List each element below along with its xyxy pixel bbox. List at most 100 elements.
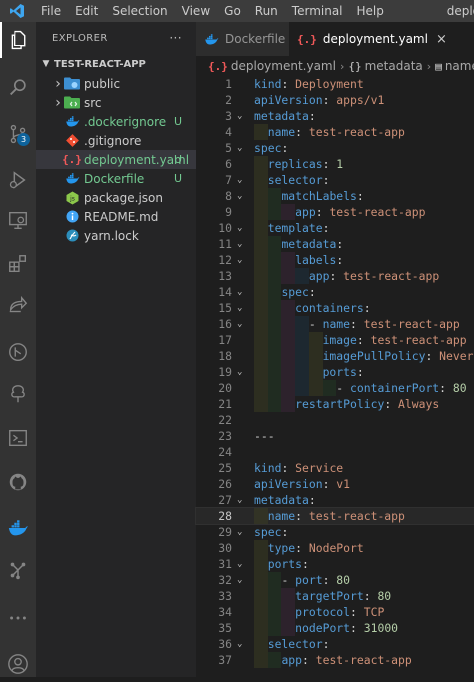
tab-dockerfile[interactable]: Dockerfile [196, 22, 289, 56]
tree-file[interactable]: {.} deployment.yaml U [36, 150, 196, 169]
fold-chevron-icon[interactable]: ⌄ [237, 492, 249, 508]
fold-chevron-icon[interactable]: ⌄ [237, 316, 249, 332]
tree-view-button[interactable] [0, 376, 36, 412]
code-editor[interactable]: 1 kind: Deployment 2 apiVersion: apps/v1 3 ⌄ m… [195, 76, 474, 668]
remote-explorer-view-button[interactable] [0, 202, 36, 238]
code-line[interactable]: 3 ⌄ metadata: [196, 108, 474, 124]
code-line[interactable]: 16 ⌄ - name: test-react-app [196, 316, 474, 332]
code-line[interactable]: 28 name: test-react-app [195, 507, 474, 525]
code-line[interactable]: 19 ⌄ ports: [196, 364, 474, 380]
fold-chevron-icon[interactable]: ⌄ [237, 572, 249, 588]
menu-selection[interactable]: Selection [105, 0, 174, 22]
search-view-button[interactable] [0, 70, 36, 106]
code-line[interactable]: 7 ⌄ selector: [196, 172, 474, 188]
breadcrumb-item[interactable]: metadata [365, 59, 423, 73]
code-line[interactable]: 11 ⌄ metadata: [196, 236, 474, 252]
code-line[interactable]: 18 imagePullPolicy: Never [196, 348, 474, 364]
code-line[interactable]: 14 ⌄ spec: [196, 284, 474, 300]
code-line[interactable]: 31 ⌄ ports: [196, 556, 474, 572]
code-line[interactable]: 6 replicas: 1 [196, 156, 474, 172]
code-line[interactable]: 24 [196, 444, 474, 460]
code-line[interactable]: 1 kind: Deployment [196, 76, 474, 92]
tree-file[interactable]: .gitignore [36, 131, 196, 150]
tree-file[interactable]: README.md [36, 207, 196, 226]
fold-chevron-icon[interactable]: ⌄ [237, 556, 249, 572]
menu-file[interactable]: File [34, 0, 68, 22]
fold-chevron-icon[interactable]: ⌄ [237, 236, 249, 252]
github-view-button[interactable] [0, 464, 36, 500]
code-line[interactable]: 30 type: NodePort [196, 540, 474, 556]
code-line[interactable]: 8 ⌄ matchLabels: [196, 188, 474, 204]
code-text: selector: [267, 637, 330, 651]
code-line[interactable]: 5 ⌄ spec: [196, 140, 474, 156]
menu-view[interactable]: View [175, 0, 217, 22]
tab-deployment-yaml[interactable]: {.} deployment.yaml × [289, 22, 474, 56]
code-line[interactable]: 23 --- [196, 428, 474, 444]
fold-chevron-icon[interactable]: ⌄ [237, 252, 249, 268]
menu-terminal[interactable]: Terminal [285, 0, 350, 22]
fold-chevron-icon[interactable]: ⌄ [237, 220, 249, 236]
code-line[interactable]: 20 - containerPort: 80 [196, 380, 474, 396]
fold-chevron-icon[interactable]: ⌄ [237, 300, 249, 316]
git-graph-view-button[interactable] [0, 334, 36, 370]
code-line[interactable]: 25 kind: Service [196, 460, 474, 476]
breadcrumb-item[interactable]: name [445, 59, 474, 73]
code-line[interactable]: 13 app: test-react-app [196, 268, 474, 284]
fold-chevron-icon[interactable]: ⌄ [237, 284, 249, 300]
terminal-view-button[interactable] [0, 420, 36, 456]
tree-file[interactable]: Dockerfile U [36, 169, 196, 188]
files-view-button[interactable] [0, 22, 36, 58]
code-text: labels: [295, 253, 344, 267]
code-line[interactable]: 29 ⌄ spec: [196, 524, 474, 540]
code-line[interactable]: 4 name: test-react-app [196, 124, 474, 140]
breadcrumb-item[interactable]: deployment.yaml [231, 59, 336, 73]
line-number: 11 [218, 237, 232, 251]
menu-help[interactable]: Help [350, 0, 391, 22]
workspace-folder[interactable]: ▼ TEST-REACT-APP [36, 54, 196, 74]
kubernetes-view-button[interactable] [0, 552, 36, 588]
code-line[interactable]: 9 app: test-react-app [196, 204, 474, 220]
fold-chevron-icon[interactable]: ⌄ [237, 364, 249, 380]
tree-file[interactable]: js package.json [36, 188, 196, 207]
code-line[interactable]: 36 ⌄ selector: [196, 636, 474, 652]
code-line[interactable]: 35 nodePort: 31000 [196, 620, 474, 636]
docker-icon [64, 172, 80, 186]
menu-edit[interactable]: Edit [68, 0, 105, 22]
tree-file[interactable]: .dockerignore U [36, 112, 196, 131]
more-actions-icon[interactable]: ··· [169, 31, 182, 45]
code-line[interactable]: 15 ⌄ containers: [196, 300, 474, 316]
fold-chevron-icon[interactable]: ⌄ [237, 140, 249, 156]
code-line[interactable]: 17 image: test-react-app [196, 332, 474, 348]
code-text: template: [267, 221, 330, 235]
fold-chevron-icon[interactable]: ⌄ [237, 172, 249, 188]
docker-view-button[interactable] [0, 510, 36, 546]
extensions-view-button[interactable] [0, 246, 36, 282]
code-line[interactable]: 22 [196, 412, 474, 428]
tree-folder[interactable]: › src [36, 93, 196, 112]
code-line[interactable]: 34 protocol: TCP [196, 604, 474, 620]
close-icon[interactable]: × [436, 32, 447, 47]
tree-item-label: src [84, 95, 102, 110]
more-view-button[interactable] [0, 600, 36, 636]
code-line[interactable]: 26 apiVersion: v1 [196, 476, 474, 492]
explorer-title: EXPLORER [52, 32, 108, 44]
tree-file[interactable]: yarn.lock [36, 226, 196, 245]
fold-chevron-icon[interactable]: ⌄ [237, 636, 249, 652]
fold-chevron-icon[interactable]: ⌄ [237, 108, 249, 124]
tree-folder[interactable]: › public [36, 74, 196, 93]
code-line[interactable]: 27 ⌄ metadata: [196, 492, 474, 508]
fold-chevron-icon[interactable]: ⌄ [237, 188, 249, 204]
code-line[interactable]: 37 app: test-react-app [196, 652, 474, 668]
fold-chevron-icon[interactable]: ⌄ [237, 524, 249, 540]
code-line[interactable]: 2 apiVersion: apps/v1 [196, 92, 474, 108]
code-line[interactable]: 33 targetPort: 80 [196, 588, 474, 604]
code-line[interactable]: 21 restartPolicy: Always [196, 396, 474, 412]
menu-go[interactable]: Go [217, 0, 248, 22]
source-control-view-button[interactable]: 3 [0, 116, 36, 152]
run-debug-view-button[interactable] [0, 162, 36, 198]
live-share-view-button[interactable] [0, 288, 36, 324]
code-line[interactable]: 10 ⌄ template: [196, 220, 474, 236]
code-line[interactable]: 12 ⌄ labels: [196, 252, 474, 268]
code-line[interactable]: 32 ⌄ - port: 80 [196, 572, 474, 588]
menu-run[interactable]: Run [248, 0, 285, 22]
